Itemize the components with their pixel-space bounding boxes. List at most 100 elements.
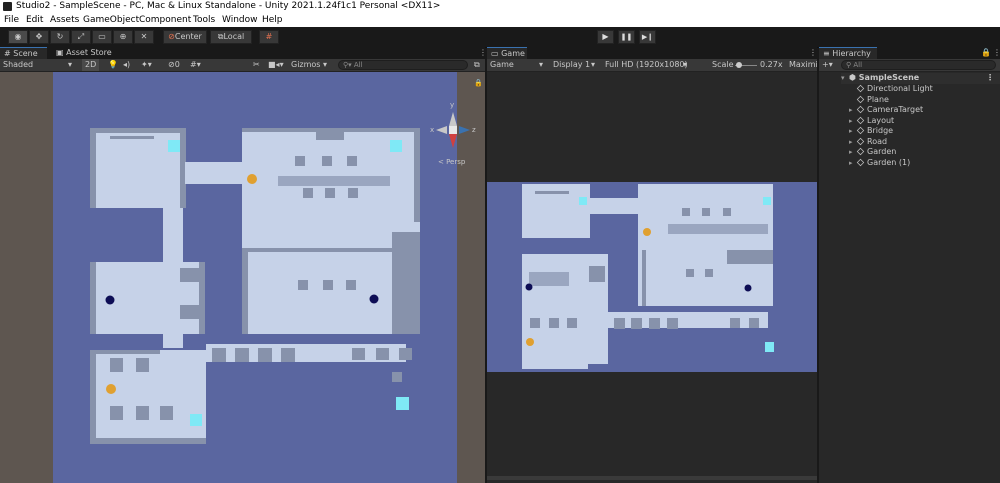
crate — [325, 188, 335, 198]
gameobject-icon — [856, 84, 865, 93]
game-viewport[interactable] — [487, 72, 817, 483]
scene-viewport[interactable]: y x z 🔒 < Persp — [0, 72, 485, 483]
hidden-objects-icon[interactable]: ⊘0 — [168, 59, 180, 71]
pivot-center-button[interactable]: ⊘Center — [163, 30, 207, 44]
expand-arrow-icon[interactable]: ▸ — [849, 105, 857, 116]
crate — [631, 318, 642, 329]
crate — [392, 372, 402, 382]
menu-file[interactable]: File — [4, 13, 19, 27]
menu-edit[interactable]: Edit — [26, 13, 43, 27]
expand-arrow-icon[interactable]: ▸ — [849, 158, 857, 169]
shading-mode-dropdown[interactable]: Shaded — [3, 59, 33, 71]
crate — [323, 280, 333, 290]
expand-arrow-icon[interactable]: ▸ — [849, 137, 857, 148]
crate — [705, 269, 713, 277]
corridor-floor — [185, 162, 245, 184]
expand-arrow-icon[interactable]: ▸ — [849, 126, 857, 137]
gizmos-dropdown[interactable]: Gizmos — [291, 59, 320, 71]
scene-kebab-icon[interactable]: ⋮ — [986, 73, 994, 84]
main-toolbar: ◉ ✥ ↻ ⤢ ▭ ⊕ ✕ ⊘Center ⧉Local # ▶ ❚❚ ▶❙ — [0, 27, 1000, 48]
pause-button[interactable]: ❚❚ — [618, 30, 635, 44]
menu-help[interactable]: Help — [262, 13, 283, 27]
menu-gameobject[interactable]: GameObject — [83, 13, 139, 27]
menu-component[interactable]: Component — [139, 13, 191, 27]
wall — [90, 262, 96, 334]
item-label: Garden (1) — [867, 157, 911, 167]
resolution-dropdown[interactable]: Full HD (1920x1080) — [605, 59, 688, 71]
game-mode-dropdown[interactable]: Game — [490, 59, 514, 71]
item-label: Road — [867, 136, 888, 146]
hierarchy-item-bridge[interactable]: ▸ Bridge — [849, 126, 1000, 137]
expand-arrow-icon[interactable]: ▸ — [849, 116, 857, 127]
grid-toggle-icon[interactable]: #▾ — [190, 59, 201, 71]
create-plus-icon[interactable]: +▾ — [822, 59, 833, 71]
maximize-toggle[interactable]: Maximi — [789, 59, 818, 71]
crate — [180, 268, 200, 282]
persp-label[interactable]: < Persp — [438, 158, 466, 166]
crate — [180, 305, 200, 319]
crate — [160, 406, 173, 420]
step-button[interactable]: ▶❙ — [639, 30, 656, 44]
hierarchy-kebab-icon[interactable]: ⋮ — [989, 47, 1000, 59]
expand-icon[interactable]: ⧉ — [474, 59, 480, 71]
wall — [529, 272, 569, 286]
tools-icon[interactable]: ✂ — [253, 59, 260, 71]
grid-snap-icon[interactable]: # — [259, 30, 279, 44]
transform-tool-icon[interactable]: ⊕ — [113, 30, 133, 44]
item-label: Directional Light — [867, 84, 933, 93]
rotate-tool-icon[interactable]: ↻ — [50, 30, 70, 44]
move-tool-icon[interactable]: ✥ — [29, 30, 49, 44]
menu-window[interactable]: Window — [222, 13, 258, 27]
crate — [723, 208, 731, 216]
expand-arrow-icon[interactable]: ▸ — [849, 147, 857, 158]
audio-toggle-icon[interactable]: ◂) — [123, 59, 130, 71]
crate — [281, 348, 295, 362]
tab-asset-store[interactable]: ▣ Asset Store — [52, 47, 116, 59]
display-dropdown[interactable]: Display 1 — [553, 59, 590, 71]
hierarchy-item-garden-1[interactable]: ▸ Garden (1) — [849, 158, 1000, 169]
gizmos-chevron-icon[interactable]: ▾ — [323, 59, 327, 71]
scene-search-placeholder: All — [353, 61, 363, 69]
scene-row[interactable]: ▾ ⬢ SampleScene ⋮ — [841, 73, 1000, 84]
pivot-icon: ⊘ — [168, 32, 175, 41]
hierarchy-item-garden[interactable]: ▸ Garden — [849, 147, 1000, 158]
tab-game[interactable]: ▭ Game — [487, 47, 527, 59]
scale-tool-icon[interactable]: ⤢ — [71, 30, 91, 44]
hierarchy-item-road[interactable]: ▸ Road — [849, 137, 1000, 148]
view-tool-icon[interactable]: ◉ — [8, 30, 28, 44]
item-label: Plane — [867, 94, 889, 104]
item-label: Bridge — [867, 126, 894, 135]
wall — [242, 248, 248, 334]
trigger-cube — [168, 140, 180, 152]
lighting-toggle-icon[interactable]: 💡 — [108, 59, 118, 71]
trigger-cube — [579, 197, 587, 205]
hierarchy-item-cameratarget[interactable]: ▸ CameraTarget — [849, 105, 1000, 116]
tab-scene[interactable]: # Scene — [0, 47, 47, 59]
menu-tools[interactable]: Tools — [193, 13, 215, 27]
scale-slider-handle[interactable] — [736, 62, 742, 68]
menu-assets[interactable]: Assets — [50, 13, 79, 27]
custom-tool-icon[interactable]: ✕ — [134, 30, 154, 44]
pivot-local-button[interactable]: ⧉Local — [210, 30, 252, 44]
rect-tool-icon[interactable]: ▭ — [92, 30, 112, 44]
camera-icon[interactable]: ■◂▾ — [268, 59, 284, 71]
player-ball — [643, 228, 651, 236]
scene-search-input[interactable]: ⚲▾ All — [338, 60, 468, 70]
toggle-2d-button[interactable]: 2D — [82, 59, 100, 71]
wall — [316, 132, 344, 140]
hierarchy-search-input[interactable]: ⚲ All — [841, 60, 996, 70]
hierarchy-tree: ▾ ⬢ SampleScene ⋮ Directional Light Plane … — [819, 72, 1000, 483]
tab-hierarchy[interactable]: ≡ Hierarchy — [819, 47, 877, 59]
lock-icon[interactable]: 🔒 — [474, 79, 483, 87]
gameobject-icon — [856, 147, 865, 156]
game-scrollbar[interactable] — [487, 476, 817, 480]
effects-toggle-icon[interactable]: ✦▾ — [141, 59, 152, 71]
search-icon: ⚲▾ — [343, 61, 354, 69]
tab-asset-store-label: Asset Store — [66, 48, 112, 57]
expand-arrow-icon[interactable]: ▾ — [841, 73, 849, 84]
hierarchy-item-layout[interactable]: ▸ Layout — [849, 116, 1000, 127]
hierarchy-item-directional-light[interactable]: Directional Light — [856, 84, 1000, 95]
play-button[interactable]: ▶ — [597, 30, 614, 44]
chevron-down-icon[interactable]: ▾ — [68, 59, 72, 71]
hierarchy-item-plane[interactable]: Plane — [856, 94, 1000, 106]
